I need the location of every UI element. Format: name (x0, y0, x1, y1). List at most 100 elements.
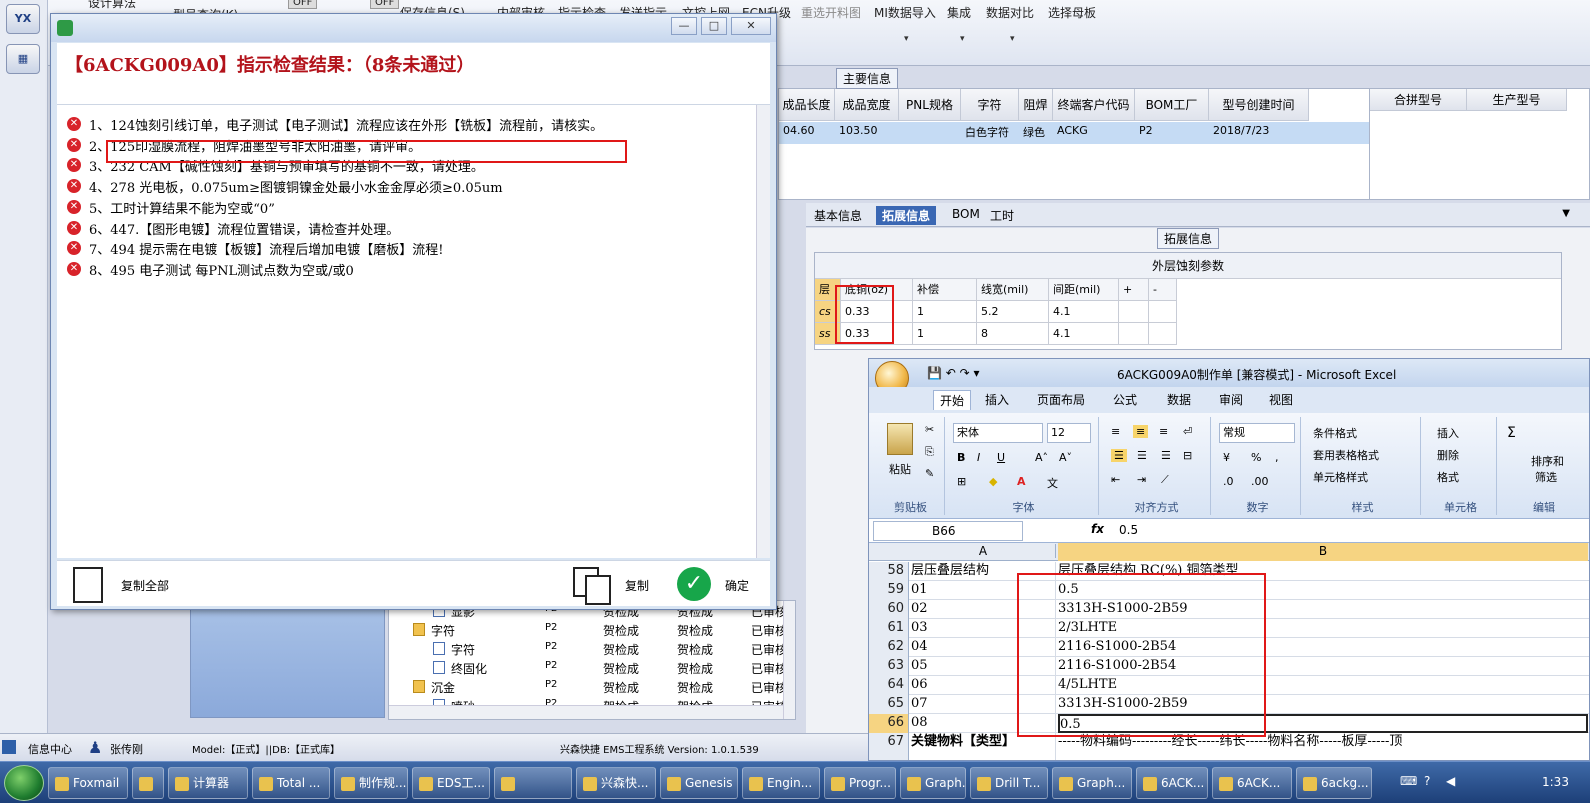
cell-a[interactable]: 关键物料【类型】 (911, 733, 1056, 760)
ribbon-tab[interactable]: 插入 (985, 391, 1009, 408)
ext-cell[interactable]: 1 (913, 323, 977, 345)
ext-cell[interactable] (1119, 323, 1149, 345)
tab-extended-info[interactable]: 拓展信息 (876, 206, 937, 225)
design-algorithm-label[interactable]: 设计算法 (88, 0, 136, 11)
taskbar-button[interactable]: Total ... (252, 767, 330, 799)
chevron-down-icon[interactable]: ▾ (1010, 34, 1015, 44)
chevron-down-icon[interactable]: ▾ (904, 34, 909, 44)
font-size-select[interactable]: 12 (1047, 423, 1091, 443)
sort-filter-button[interactable]: 排序和 (1531, 453, 1564, 469)
vertical-scrollbar[interactable] (783, 601, 795, 719)
taskbar-button[interactable]: Foxmail (48, 767, 128, 799)
taskbar-button[interactable]: 制作规... (334, 767, 408, 799)
phonetic-icon[interactable]: 文 (1047, 475, 1058, 491)
ribbon-tab[interactable]: 页面布局 (1037, 391, 1085, 408)
merge-icon[interactable]: ⊟ (1183, 449, 1192, 462)
taskbar-button[interactable] (132, 767, 164, 799)
close-button[interactable]: ✕ (731, 17, 771, 35)
formula-input[interactable]: 0.5 (1119, 523, 1138, 537)
taskbar-button[interactable]: 6ACK... (1212, 767, 1292, 799)
ext-cell[interactable]: 4.1 (1049, 301, 1119, 323)
row-number[interactable]: 66 (869, 714, 909, 733)
align-top-icon[interactable]: ≡ (1111, 425, 1120, 438)
outdent-icon[interactable]: ⇥ (1137, 473, 1146, 486)
percent-icon[interactable]: % (1251, 451, 1261, 464)
app-logo-icon[interactable]: YX (6, 4, 40, 34)
taskbar-button[interactable]: 6ACK... (1136, 767, 1208, 799)
row-number[interactable]: 61 (869, 619, 909, 638)
list-scrollbar[interactable] (756, 105, 770, 558)
font-name-select[interactable]: 宋体 (953, 423, 1043, 443)
ext-cell[interactable] (1119, 301, 1149, 323)
border-icon[interactable]: ⊞ (957, 475, 966, 488)
clock[interactable]: 1:33 (1542, 775, 1569, 789)
horizontal-scrollbar[interactable] (389, 705, 787, 719)
align-middle-icon[interactable]: ≡ (1133, 425, 1149, 438)
toggle-off-1[interactable]: OFF (288, 0, 318, 9)
info-center-link[interactable]: 信息中心 (28, 741, 72, 757)
quick-access-icon[interactable]: 💾 ↶ ↷ ▾ (927, 366, 980, 380)
menu-item[interactable]: MI数据导入 (874, 4, 936, 21)
tab-bom[interactable]: BOM (946, 206, 986, 222)
bold-icon[interactable]: B (957, 451, 965, 464)
row-number[interactable]: 59 (869, 581, 909, 600)
currency-icon[interactable]: ¥ (1223, 451, 1230, 464)
list-item[interactable]: 终固化 P2 贺检成 贺检成 已审核 (389, 658, 787, 677)
format-painter-icon[interactable]: ✎ (925, 467, 934, 480)
ok-button[interactable]: 确定 (725, 577, 749, 594)
cell-styles-button[interactable]: 单元格样式 (1313, 469, 1368, 485)
menu-item[interactable]: 数据对比 (986, 4, 1034, 21)
filter-label[interactable]: 筛选 (1535, 469, 1557, 485)
wrap-text-icon[interactable]: ⏎ (1183, 425, 1192, 438)
tools-icon[interactable]: ▦ (6, 44, 40, 74)
ribbon-tab[interactable]: 视图 (1269, 391, 1293, 408)
align-center-icon[interactable]: ☰ (1137, 449, 1147, 462)
taskbar-button[interactable]: 6ackg... (1296, 767, 1372, 799)
taskbar-button[interactable]: 兴森快... (576, 767, 656, 799)
increase-decimal-icon[interactable]: .0 (1223, 475, 1234, 488)
taskbar-button[interactable]: Genesis (660, 767, 738, 799)
row-number[interactable]: 65 (869, 695, 909, 714)
maximize-button[interactable]: □ (701, 17, 727, 35)
align-left-icon[interactable]: ☰ (1111, 449, 1127, 462)
cut-icon[interactable]: ✂ (925, 423, 934, 436)
table-format-button[interactable]: 套用表格格式 (1313, 447, 1379, 463)
ext-cell[interactable]: 5.2 (977, 301, 1049, 323)
taskbar-button[interactable]: Graph... (900, 767, 966, 799)
tab-work-hours[interactable]: 工时 (984, 206, 1020, 225)
taskbar-button[interactable]: Graph... (1052, 767, 1132, 799)
grow-font-icon[interactable]: A˄ (1035, 451, 1048, 464)
list-item[interactable]: 字符 P2 贺检成 贺检成 已审核 (389, 639, 787, 658)
row-number[interactable]: 58 (869, 562, 909, 581)
ribbon-tab[interactable]: 公式 (1113, 391, 1137, 408)
taskbar-button[interactable]: EDS工... (412, 767, 490, 799)
orientation-icon[interactable]: ⟋ (1161, 473, 1169, 487)
fx-icon[interactable]: fx (1091, 522, 1104, 536)
insert-cells-button[interactable]: 插入 (1437, 425, 1459, 441)
copy-icon[interactable]: ⎘ (925, 445, 934, 459)
copy-all-button[interactable]: 复制全部 (121, 577, 169, 594)
copy-icon-front[interactable] (585, 575, 611, 605)
ribbon-tab[interactable]: 开始 (933, 390, 972, 410)
taskbar-button[interactable]: Progr... (824, 767, 896, 799)
menu-item[interactable]: 重选开料图 (801, 4, 861, 21)
italic-icon[interactable]: I (977, 451, 980, 464)
row-number[interactable]: 60 (869, 600, 909, 619)
underline-icon[interactable]: U (997, 451, 1005, 464)
font-color-icon[interactable]: A (1017, 475, 1026, 488)
ribbon-tab[interactable]: 数据 (1167, 391, 1191, 408)
name-box[interactable]: B66 (873, 521, 1023, 541)
conditional-format-button[interactable]: 条件格式 (1313, 425, 1357, 441)
start-button[interactable] (4, 765, 44, 801)
taskbar-button[interactable]: 计算器 (168, 767, 248, 799)
ext-cell[interactable]: 8 (977, 323, 1049, 345)
document-icon[interactable] (73, 567, 103, 603)
ribbon-tab[interactable]: 审阅 (1219, 391, 1243, 408)
ext-cell[interactable]: 1 (913, 301, 977, 323)
chevron-down-icon[interactable]: ▾ (960, 34, 965, 44)
column-a-header[interactable]: A (911, 544, 1056, 558)
tab-basic-info[interactable]: 基本信息 (808, 206, 868, 225)
taskbar-button[interactable]: Engin... (742, 767, 820, 799)
menu-item[interactable]: 集成 (947, 4, 971, 21)
help-icon[interactable]: ? (1424, 774, 1430, 788)
